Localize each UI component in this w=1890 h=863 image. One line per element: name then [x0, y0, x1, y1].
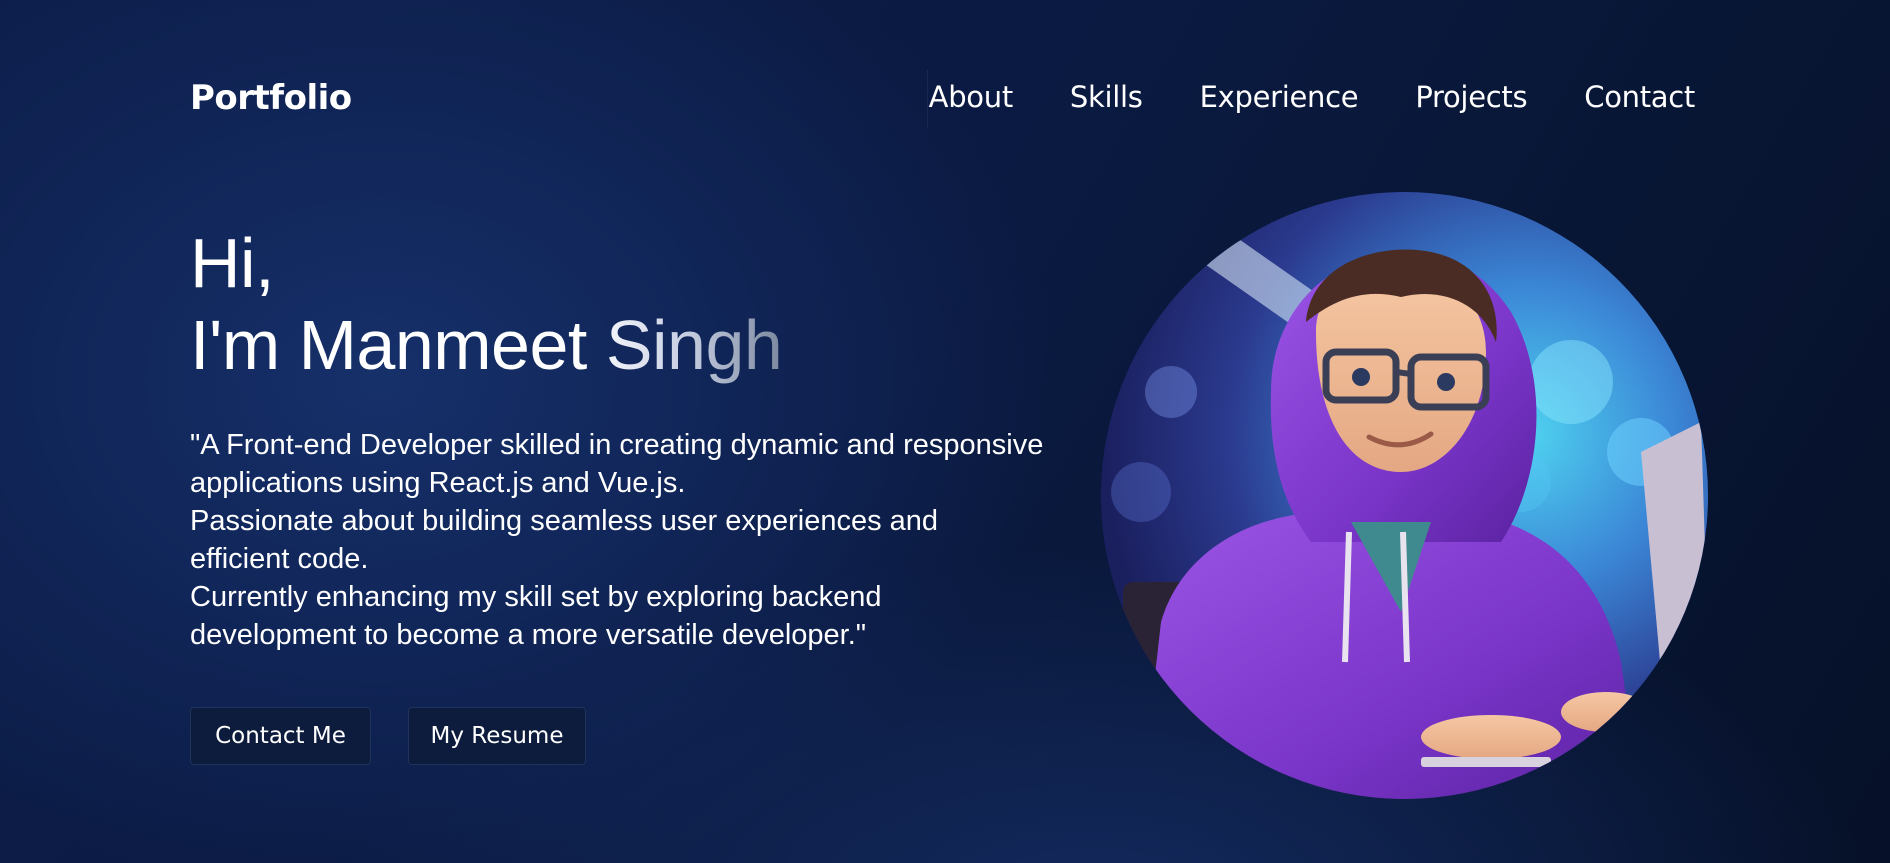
hero-intro-prefix: I'm Manmeet: [190, 306, 606, 384]
nav-link-projects[interactable]: Projects: [1415, 80, 1527, 114]
nav-link-contact[interactable]: Contact: [1584, 80, 1695, 114]
nav-links: About Skills Experience Projects Contact: [929, 80, 1696, 114]
contact-me-button[interactable]: Contact Me: [190, 707, 371, 765]
hero-description-line: applications using React.js and Vue.js.: [190, 467, 686, 499]
hero-description-line: Passionate about building seamless user …: [190, 505, 939, 537]
hero-intro-fade-name: Singh: [605, 306, 783, 384]
hero-description-line: development to become a more versatile d…: [190, 619, 867, 651]
hero-greeting: Hi,: [190, 224, 275, 302]
hero-description-line: "A Front-end Developer skilled in creati…: [190, 429, 1044, 461]
hero-title: Hi, I'm Manmeet Singh: [190, 222, 783, 386]
nav-link-about[interactable]: About: [929, 80, 1014, 114]
nav-link-experience[interactable]: Experience: [1200, 80, 1359, 114]
my-resume-button[interactable]: My Resume: [408, 707, 586, 765]
site-logo[interactable]: Portfolio: [190, 78, 352, 118]
hero-intro: I'm Manmeet Singh: [190, 304, 783, 386]
hero-description-line: Currently enhancing my skill set by expl…: [190, 581, 882, 613]
hero-description-line: efficient code.: [190, 543, 369, 575]
top-navbar: Portfolio About Skills Experience Projec…: [190, 70, 1695, 130]
profile-avatar-image: [1101, 192, 1708, 799]
hero-description: "A Front-end Developer skilled in creati…: [190, 426, 1120, 654]
avatar-illustration: [1101, 192, 1708, 799]
nav-link-skills[interactable]: Skills: [1070, 80, 1143, 114]
